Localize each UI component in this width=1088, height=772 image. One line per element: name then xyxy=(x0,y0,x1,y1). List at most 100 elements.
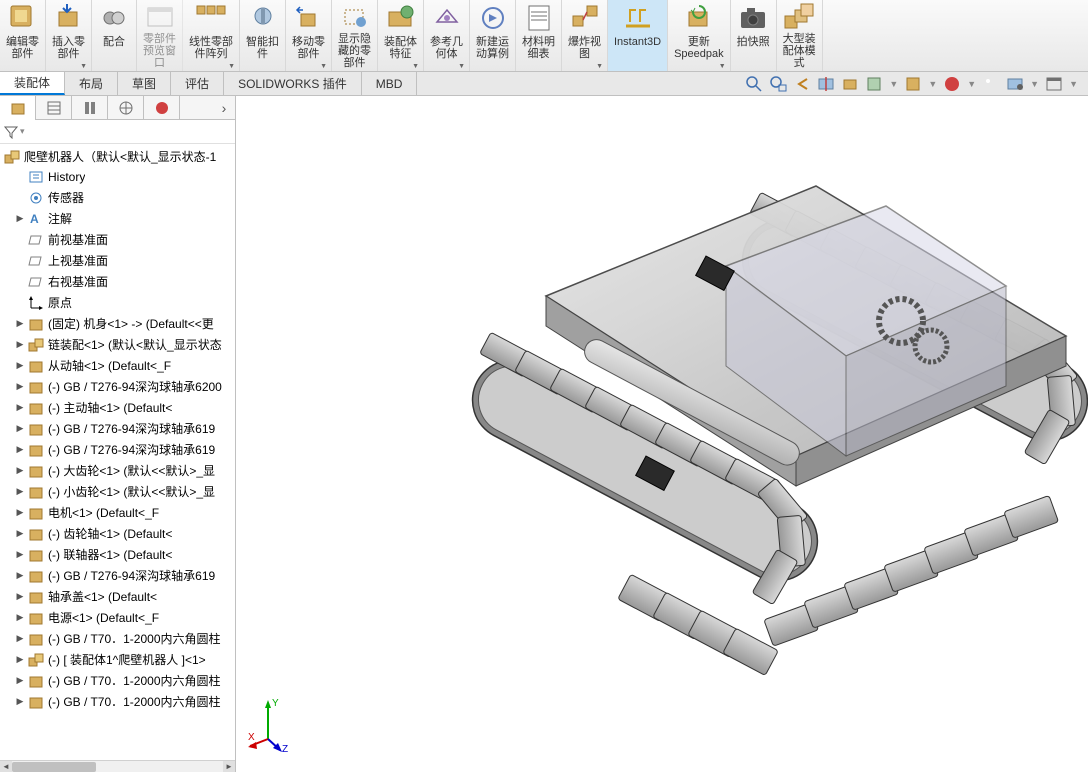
ribbon-mate[interactable]: 配合 xyxy=(92,0,137,71)
tree-item[interactable]: ▶(-) 联轴器<1> (Default< xyxy=(0,544,235,565)
expand-toggle[interactable]: ▶ xyxy=(16,591,24,602)
tree-item-label: (-) GB / T276-94深沟球轴承619 xyxy=(48,420,215,437)
view-orientation-icon[interactable] xyxy=(841,75,859,93)
tree-item[interactable]: ▶(-) GB / T70．1-2000内六角圆柱 xyxy=(0,691,235,712)
tab-solidworks-addins[interactable]: SOLIDWORKS 插件 xyxy=(224,72,362,95)
ribbon-assembly-features[interactable]: 装配体 特征 ▼ xyxy=(378,0,424,71)
ribbon-bom[interactable]: 材料明 细表 xyxy=(516,0,562,71)
graphics-viewport[interactable]: Y X Z xyxy=(236,96,1088,772)
tab-mbd[interactable]: MBD xyxy=(362,72,418,95)
tree-item[interactable]: ▶从动轴<1> (Default<_F xyxy=(0,355,235,376)
expand-toggle[interactable]: ▶ xyxy=(16,318,24,329)
tree-item[interactable]: ▶链装配<1> (默认<默认_显示状态 xyxy=(0,334,235,355)
expand-toggle[interactable]: ▶ xyxy=(16,549,24,560)
sidebar-tab-dimxpert[interactable] xyxy=(108,96,144,120)
expand-toggle[interactable]: ▶ xyxy=(16,339,24,350)
scrollbar-thumb[interactable] xyxy=(12,762,96,772)
tab-sketch[interactable]: 草图 xyxy=(118,72,171,95)
previous-view-icon[interactable] xyxy=(793,75,811,93)
ribbon-large-assembly-mode[interactable]: 大型装 配体模 式 xyxy=(777,0,823,71)
assembly-features-icon xyxy=(385,2,417,34)
tree-item[interactable]: ▶(-) GB / T70．1-2000内六角圆柱 xyxy=(0,628,235,649)
zoom-to-fit-icon[interactable] xyxy=(745,75,763,93)
expand-toggle[interactable]: ▶ xyxy=(16,675,24,686)
ribbon-edit-component[interactable]: 编辑零 部件 xyxy=(0,0,46,71)
expand-toggle[interactable]: ▶ xyxy=(16,465,24,476)
coordinate-triad[interactable]: Y X Z xyxy=(248,694,308,754)
tree-item[interactable]: ▶A注解 xyxy=(0,208,235,229)
apply-scene-icon[interactable] xyxy=(982,75,1000,93)
tree-item[interactable]: ▶(-) [ 装配体1^爬壁机器人 ]<1> xyxy=(0,649,235,670)
ribbon-reference-geometry[interactable]: 参考几 何体 ▼ xyxy=(424,0,470,71)
view-settings-icon[interactable] xyxy=(1006,75,1024,93)
ribbon-smart-fasteners[interactable]: 智能扣 件 xyxy=(240,0,286,71)
tree-item[interactable]: ▶(-) 大齿轮<1> (默认<<默认>_显 xyxy=(0,460,235,481)
section-view-icon[interactable] xyxy=(817,75,835,93)
tree-item[interactable]: ▶电源<1> (Default<_F xyxy=(0,607,235,628)
tree-item[interactable]: ▶(-) GB / T276-94深沟球轴承619 xyxy=(0,439,235,460)
scrollbar-track[interactable] xyxy=(12,761,223,772)
expand-toggle[interactable]: ▶ xyxy=(16,612,24,623)
ribbon-exploded-view[interactable]: 爆炸视 图 ▼ xyxy=(562,0,608,71)
tree-item[interactable]: ▶(-) GB / T276-94深沟球轴承6200 xyxy=(0,376,235,397)
expand-toggle[interactable]: ▶ xyxy=(16,360,24,371)
expand-toggle[interactable]: ▶ xyxy=(16,528,24,539)
tree-item[interactable]: 原点 xyxy=(0,292,235,313)
ribbon-insert-component[interactable]: 插入零 部件 ▼ xyxy=(46,0,92,71)
ribbon-component-preview[interactable]: 零部件 预览窗 口 xyxy=(137,0,183,71)
tree-item[interactable]: 上视基准面 xyxy=(0,250,235,271)
tree-item[interactable]: ▶(-) 小齿轮<1> (默认<<默认>_显 xyxy=(0,481,235,502)
expand-toggle[interactable]: ▶ xyxy=(16,402,24,413)
expand-toggle[interactable]: ▶ xyxy=(16,213,24,224)
display-style-icon[interactable] xyxy=(865,75,883,93)
ribbon-snapshot[interactable]: 拍快照 xyxy=(731,0,777,71)
tree-scrollbar-horizontal[interactable]: ◄ ► xyxy=(0,760,235,772)
scrollbar-left-arrow[interactable]: ◄ xyxy=(0,761,12,772)
zoom-area-icon[interactable] xyxy=(769,75,787,93)
expand-toggle[interactable]: ▶ xyxy=(16,696,24,707)
ribbon-instant3d[interactable]: Instant3D xyxy=(608,0,668,71)
expand-toggle[interactable]: ▶ xyxy=(16,570,24,581)
tree-item-label: 前视基准面 xyxy=(48,231,108,248)
sidebar-expand-button[interactable]: › xyxy=(213,96,235,119)
expand-toggle[interactable]: ▶ xyxy=(16,507,24,518)
expand-toggle[interactable]: ▶ xyxy=(16,444,24,455)
edit-appearance-icon[interactable] xyxy=(943,75,961,93)
tree-item[interactable]: History xyxy=(0,167,235,187)
tree-item[interactable]: ▶轴承盖<1> (Default< xyxy=(0,586,235,607)
tab-layout[interactable]: 布局 xyxy=(65,72,118,95)
expand-toggle[interactable]: ▶ xyxy=(16,654,24,665)
tree-root-item[interactable]: 爬壁机器人（默认<默认_显示状态-1 xyxy=(0,146,235,167)
tree-item-label: (-) GB / T276-94深沟球轴承619 xyxy=(48,567,215,584)
ribbon-update-speedpak[interactable]: 更新 Speedpak ▼ xyxy=(668,0,731,71)
expand-toggle[interactable]: ▶ xyxy=(16,633,24,644)
expand-toggle[interactable]: ▶ xyxy=(16,486,24,497)
tree-item[interactable]: ▶(-) GB / T70．1-2000内六角圆柱 xyxy=(0,670,235,691)
ribbon-show-hidden[interactable]: 显示隐 藏的零 部件 xyxy=(332,0,378,71)
tab-assembly[interactable]: 装配体 xyxy=(0,72,65,95)
hide-show-icon[interactable] xyxy=(904,75,922,93)
sidebar-tab-property-manager[interactable] xyxy=(36,96,72,120)
tree-item[interactable]: ▶电机<1> (Default<_F xyxy=(0,502,235,523)
filter-icon[interactable] xyxy=(4,125,18,139)
feature-tree[interactable]: 爬壁机器人（默认<默认_显示状态-1 History传感器▶A注解前视基准面上视… xyxy=(0,144,235,760)
expand-toggle[interactable]: ▶ xyxy=(16,423,24,434)
tree-item[interactable]: ▶ (-) GB / T276-94深沟球轴承619 xyxy=(0,418,235,439)
tree-item[interactable]: ▶(固定) 机身<1> -> (Default<<更 xyxy=(0,313,235,334)
tree-item[interactable]: 传感器 xyxy=(0,187,235,208)
expand-toggle[interactable]: ▶ xyxy=(16,381,24,392)
tree-item[interactable]: ▶(-) 齿轮轴<1> (Default< xyxy=(0,523,235,544)
render-tools-icon[interactable] xyxy=(1045,75,1063,93)
ribbon-linear-pattern[interactable]: 线性零部 件阵列 ▼ xyxy=(183,0,240,71)
scrollbar-right-arrow[interactable]: ► xyxy=(223,761,235,772)
sidebar-tab-configuration-manager[interactable] xyxy=(72,96,108,120)
tab-evaluate[interactable]: 评估 xyxy=(171,72,224,95)
sidebar-tab-display-manager[interactable] xyxy=(144,96,180,120)
tree-item[interactable]: 右视基准面 xyxy=(0,271,235,292)
sidebar-tab-feature-tree[interactable] xyxy=(0,96,36,120)
tree-item[interactable]: 前视基准面 xyxy=(0,229,235,250)
ribbon-move-component[interactable]: 移动零 部件 ▼ xyxy=(286,0,332,71)
ribbon-new-motion-study[interactable]: 新建运 动算例 xyxy=(470,0,516,71)
tree-item[interactable]: ▶(-) 主动轴<1> (Default< xyxy=(0,397,235,418)
tree-item[interactable]: ▶ (-) GB / T276-94深沟球轴承619 xyxy=(0,565,235,586)
